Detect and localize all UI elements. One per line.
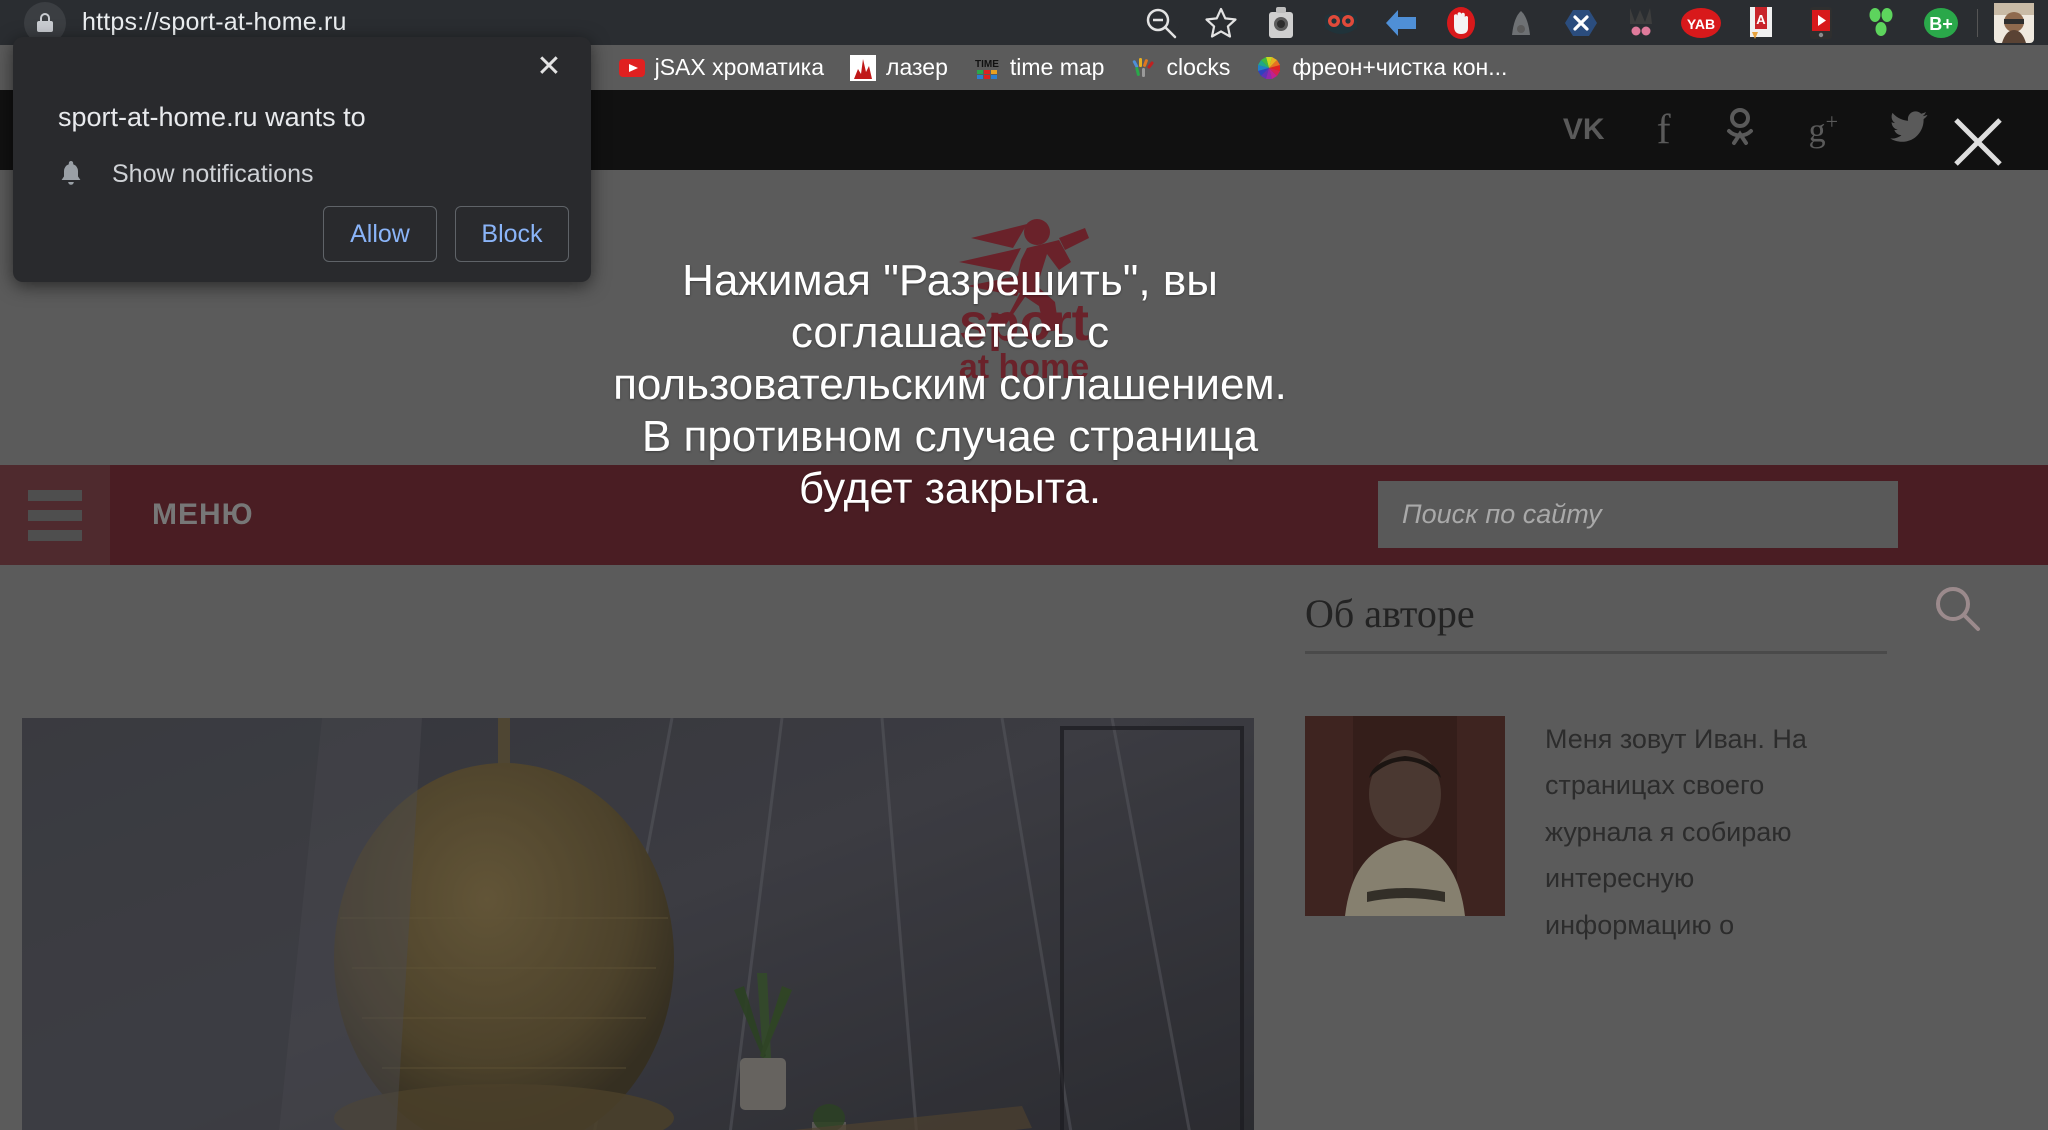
- extension-video-icon[interactable]: [1791, 0, 1851, 45]
- dark-glyph: [1630, 7, 1652, 35]
- yab-glyph: YAB: [1681, 7, 1721, 38]
- sidebar-about-author: Об авторе Меня зовут Иван. На страницах …: [1305, 590, 1905, 948]
- extension-x-icon[interactable]: [1551, 0, 1611, 45]
- author-row: Меня зовут Иван. На страницах своего жур…: [1305, 716, 1905, 948]
- extension-green-dots-icon[interactable]: [1851, 0, 1911, 45]
- facebook-icon[interactable]: f: [1657, 109, 1671, 151]
- burger-line: [28, 529, 82, 541]
- extension-gray-icon[interactable]: [1491, 0, 1551, 45]
- extension-camera-icon[interactable]: [1251, 0, 1311, 45]
- permission-label: Show notifications: [112, 159, 314, 188]
- profile-avatar[interactable]: [1984, 0, 2044, 45]
- notification-permission-dialog: ✕ sport-at-home.ru wants to Show notific…: [13, 37, 591, 282]
- clocks-icon: [1133, 57, 1155, 77]
- extension-dark-icon[interactable]: [1611, 0, 1671, 45]
- zoom-out-icon[interactable]: [1131, 0, 1191, 45]
- vk-icon[interactable]: VK: [1563, 115, 1605, 145]
- extension-adblock-hand-icon[interactable]: [1431, 0, 1491, 45]
- arrow-glyph: [1386, 9, 1416, 36]
- url-text[interactable]: https://sport-at-home.ru: [82, 8, 347, 37]
- search-wrap: [1378, 481, 1898, 548]
- bookmark-label: clocks: [1166, 54, 1231, 80]
- camera-glyph: [1269, 6, 1293, 38]
- bookmark-item[interactable]: фреон+чистка кон...: [1246, 50, 1517, 86]
- bplus-glyph: B+: [1924, 7, 1958, 38]
- extension-goggles-icon[interactable]: [1311, 0, 1371, 45]
- bookmark-item[interactable]: TIME time map: [964, 50, 1115, 86]
- stop-hand-glyph: [1447, 6, 1475, 39]
- twitter-icon[interactable]: [1890, 111, 1928, 149]
- google-plus-icon[interactable]: g+: [1809, 111, 1838, 148]
- svg-text:TIME: TIME: [975, 59, 999, 70]
- screen-root: VK f g+ sport at home МЕНЮ Поиск по сайт…: [0, 0, 2048, 1130]
- book-glyph: A: [1750, 6, 1772, 39]
- consent-overlay-text: Нажимая "Разрешить", вы соглашаетесь с п…: [613, 256, 1287, 513]
- burger-line: [28, 509, 82, 521]
- dialog-close-button[interactable]: ✕: [527, 45, 571, 89]
- main-content: Балкон в стиле прованс – Об авторе: [0, 590, 2048, 1130]
- block-button[interactable]: Block: [455, 206, 569, 262]
- bookmark-item[interactable]: jSAX хроматика: [609, 50, 834, 86]
- extension-blue-arrow-icon[interactable]: [1371, 0, 1431, 45]
- green-dots-glyph: [1869, 7, 1893, 36]
- close-banner-button[interactable]: [1948, 112, 2008, 172]
- colorwheel-icon: [1258, 56, 1281, 79]
- x-badge-glyph: [1565, 9, 1597, 36]
- gray-glyph: [1512, 10, 1530, 35]
- chart-icon: [850, 54, 877, 81]
- sidebar-heading: Об авторе: [1305, 591, 1475, 636]
- extension-yab-icon[interactable]: YAB: [1671, 0, 1731, 45]
- twitter-bird-glyph: [1890, 111, 1928, 142]
- zoom-out-glyph: [1146, 8, 1177, 38]
- extension-red-book-icon[interactable]: A: [1731, 0, 1791, 45]
- bookmark-star-icon[interactable]: [1191, 0, 1251, 45]
- lock-body: [37, 21, 53, 32]
- goggles-glyph: [1325, 11, 1357, 34]
- svg-text:YAB: YAB: [1687, 16, 1715, 32]
- svg-text:A: A: [1756, 12, 1766, 27]
- bell-icon: [61, 161, 81, 185]
- bookmark-item[interactable]: лазер: [840, 50, 958, 86]
- menu-label[interactable]: МЕНЮ: [152, 498, 254, 532]
- bookmark-label: jSAX хроматика: [654, 54, 825, 80]
- odnoklassniki-icon[interactable]: [1723, 108, 1757, 152]
- time-icon: TIME: [975, 59, 999, 79]
- bookmark-label: лазер: [886, 54, 948, 80]
- odnoklassniki-glyph: [1726, 108, 1753, 145]
- author-bio: Меня зовут Иван. На страницах своего жур…: [1545, 724, 1807, 940]
- video-glyph: [1810, 6, 1832, 39]
- author-portrait: [1305, 716, 1505, 916]
- svg-text:B+: B+: [1929, 14, 1953, 34]
- star-glyph: [1205, 7, 1237, 38]
- lock-icon: [37, 13, 53, 32]
- dialog-title: sport-at-home.ru wants to: [58, 102, 366, 132]
- close-icon: [1954, 118, 2002, 166]
- balcony-provence-photo: [22, 718, 1254, 1130]
- browser-actions: YAB A B+: [1131, 0, 2048, 45]
- allow-button[interactable]: Allow: [323, 206, 437, 262]
- extension-bplus-icon[interactable]: B+: [1911, 0, 1971, 45]
- bookmark-item[interactable]: clocks: [1120, 50, 1240, 86]
- sidebar-divider: [1305, 651, 1887, 654]
- youtube-icon: [618, 58, 645, 77]
- bookmark-label: time map: [1009, 54, 1105, 80]
- search-input[interactable]: [1378, 481, 1898, 548]
- toolbar-divider: [1977, 8, 1978, 37]
- dialog-actions: Allow Block: [323, 206, 569, 262]
- hamburger-menu-icon[interactable]: [0, 465, 110, 565]
- article-card[interactable]: Балкон в стиле прованс –: [22, 718, 1254, 1130]
- bookmark-label: фреон+чистка кон...: [1292, 54, 1508, 80]
- avatar-glyph: [1994, 2, 2034, 43]
- permission-row: Show notifications: [58, 159, 314, 189]
- burger-line: [28, 489, 82, 501]
- author-photo: [1305, 716, 1505, 916]
